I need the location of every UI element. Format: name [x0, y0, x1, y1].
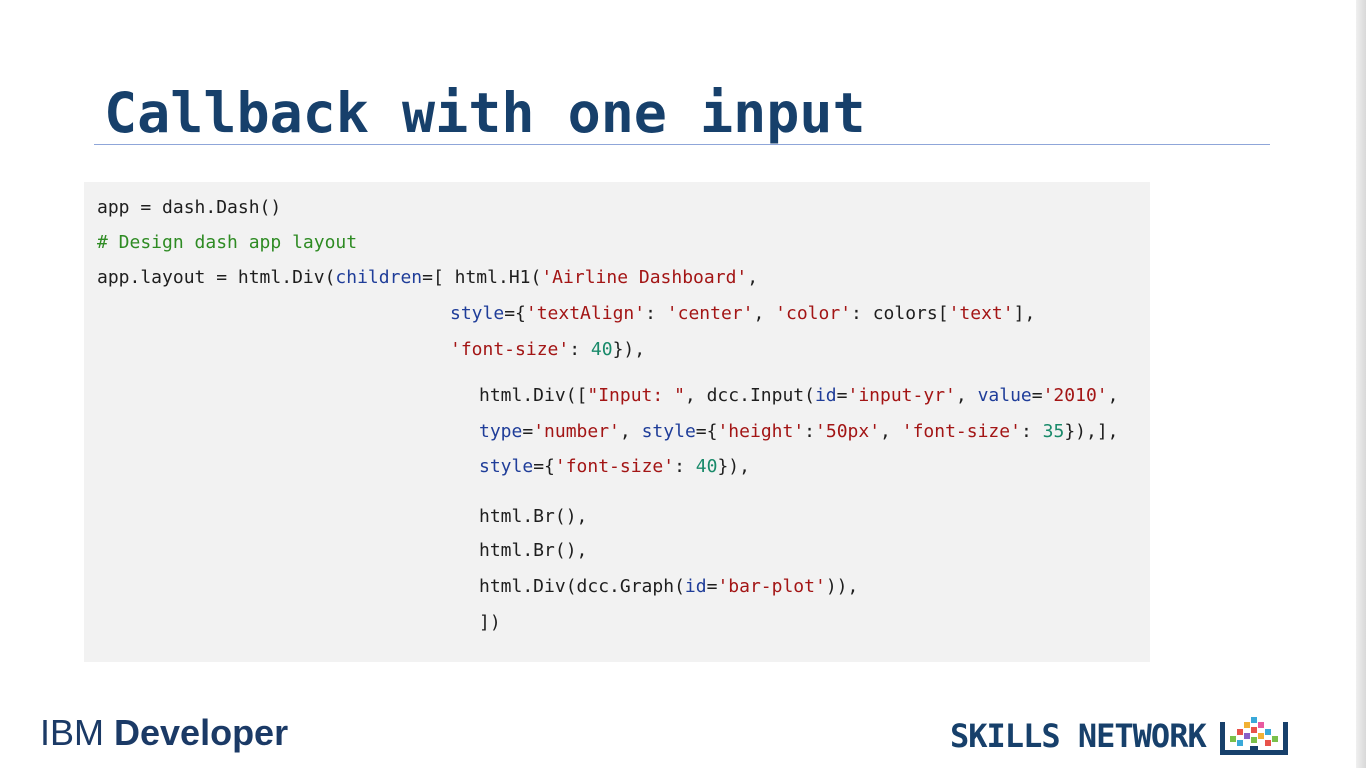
code-token: 'Airline Dashboard' [541, 267, 748, 288]
code-token: app.layout = html.Div( [97, 267, 336, 288]
window-edge [1356, 0, 1366, 768]
code-line-9: html.Br(), [479, 505, 587, 529]
code-token: 'text' [948, 303, 1014, 324]
slide: Callback with one input app = dash.Dash(… [0, 0, 1366, 768]
code-token: html.Div([ [479, 385, 588, 406]
code-line-1: app = dash.Dash() [97, 196, 281, 220]
code-token: , [619, 421, 642, 442]
skills-network-text: SKILLS NETWORK [950, 717, 1207, 755]
code-token: 35 [1042, 421, 1065, 442]
code-token: ], [1013, 303, 1036, 324]
code-token: , [1107, 385, 1119, 406]
code-line-6: html.Div(["Input: ", dcc.Input(id='input… [479, 384, 1118, 408]
code-token: : [804, 421, 816, 442]
code-token: id [684, 576, 707, 597]
code-line-4: style={'textAlign': 'center', 'color': c… [450, 302, 1035, 326]
code-token: , [880, 421, 902, 442]
code-token: 40 [695, 456, 718, 477]
code-token: }), [717, 456, 750, 477]
code-token: style [450, 303, 505, 324]
code-token: style [479, 456, 534, 477]
code-token: = [836, 385, 848, 406]
code-token: 'bar-plot' [717, 576, 826, 597]
code-token: }), [612, 339, 646, 360]
slide-title: Callback with one input [104, 81, 866, 145]
skills-network-logo: SKILLS NETWORK [950, 714, 1290, 758]
code-token: 'font-size' [554, 456, 675, 477]
code-token: 'number' [533, 421, 620, 442]
code-line-12: ]) [479, 611, 501, 635]
code-token: # Design dash app layout [97, 232, 358, 253]
code-token: ={ [504, 303, 526, 324]
code-token: 'textAlign' [525, 303, 646, 324]
code-token: = [706, 576, 718, 597]
code-token: "Input: " [587, 385, 685, 406]
code-token: 'height' [717, 421, 805, 442]
code-line-2: # Design dash app layout [97, 231, 357, 255]
code-block: app = dash.Dash() # Design dash app layo… [84, 182, 1150, 662]
code-token: : [645, 303, 667, 324]
book-pixels-icon [1219, 717, 1288, 755]
code-token: }),], [1064, 421, 1119, 442]
code-token: , [753, 303, 776, 324]
code-token: 'color' [775, 303, 852, 324]
code-token: : colors[ [851, 303, 949, 324]
code-token: =[ html.H1( [422, 267, 542, 288]
code-token: style [641, 421, 696, 442]
code-line-5: 'font-size': 40}), [450, 338, 645, 362]
code-token: 'input-yr' [847, 385, 956, 406]
code-line-10: html.Br(), [479, 539, 587, 563]
code-token: 40 [590, 339, 613, 360]
code-line-8: style={'font-size': 40}), [479, 455, 750, 479]
code-token: 'font-size' [450, 339, 570, 360]
code-token: ={ [533, 456, 555, 477]
code-token: : [569, 339, 591, 360]
code-token: , dcc.Input( [684, 385, 815, 406]
code-token: 'center' [666, 303, 754, 324]
developer-logo-text: Developer [114, 712, 289, 753]
code-token: = [522, 421, 534, 442]
ibm-logo-text: IBM [40, 712, 115, 753]
code-token: html.Div(dcc.Graph( [479, 576, 685, 597]
code-token: : [1020, 421, 1043, 442]
code-token: ={ [695, 421, 718, 442]
code-token: html.Br(), [479, 540, 588, 561]
code-token: value [977, 385, 1032, 406]
code-token: = [1031, 385, 1043, 406]
code-token: : [674, 456, 696, 477]
code-token: children [335, 267, 423, 288]
code-token: '2010' [1042, 385, 1108, 406]
code-line-3: app.layout = html.Div(children=[ html.H1… [97, 266, 758, 290]
code-token: )), [825, 576, 859, 597]
code-line-7: type='number', style={'height':'50px', '… [479, 420, 1119, 444]
code-token: , [955, 385, 978, 406]
code-token: 'font-size' [901, 421, 1021, 442]
code-token: id [814, 385, 837, 406]
code-token: type [479, 421, 523, 442]
code-token: app = dash.Dash() [97, 197, 282, 218]
code-token: , [747, 267, 759, 288]
code-token: html.Br(), [479, 506, 588, 527]
code-token: '50px' [815, 421, 881, 442]
ibm-developer-logo: IBM Developer [40, 710, 288, 756]
code-token: ]) [479, 612, 501, 633]
title-divider [94, 144, 1270, 145]
code-line-11: html.Div(dcc.Graph(id='bar-plot')), [479, 575, 858, 599]
